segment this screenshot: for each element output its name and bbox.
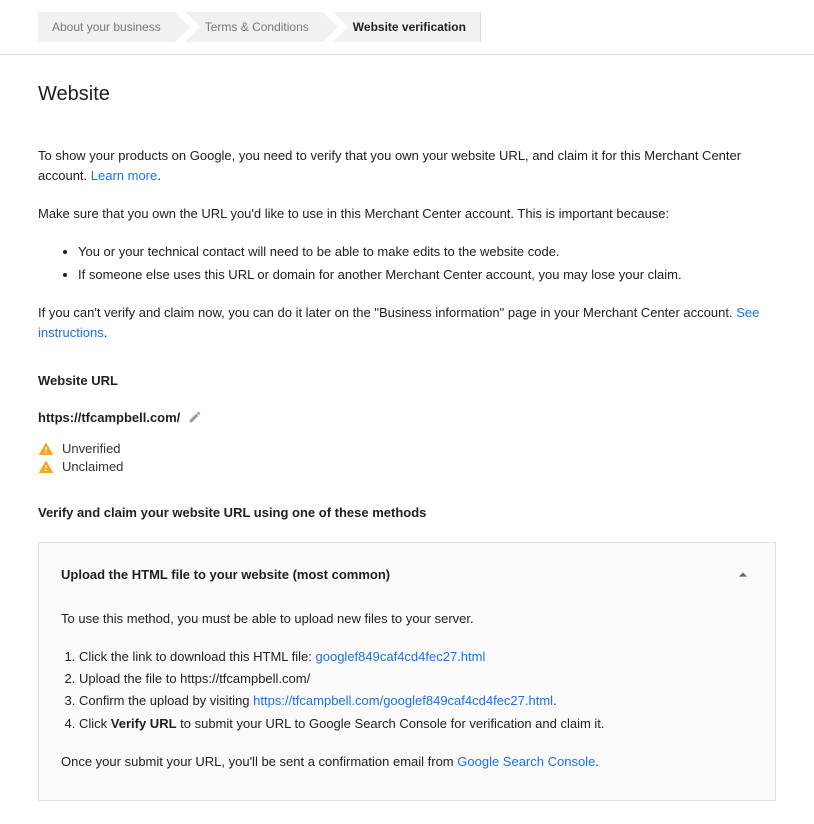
download-file-link[interactable]: googlef849caf4cd4fec27.html [316, 649, 486, 664]
pencil-icon[interactable] [188, 410, 202, 424]
later-note: If you can't verify and claim now, you c… [38, 303, 776, 343]
breadcrumb-step-terms[interactable]: Terms & Conditions [185, 12, 323, 42]
accordion-title: Upload the HTML file to your website (mo… [61, 567, 390, 582]
website-url-heading: Website URL [38, 373, 776, 388]
intro-paragraph: To show your products on Google, you nee… [38, 146, 776, 186]
footer-text: Once your submit your URL, you'll be sen… [61, 754, 457, 769]
main-content: Website To show your products on Google,… [0, 55, 814, 801]
later-text: If you can't verify and claim now, you c… [38, 305, 736, 320]
list-item: Click the link to download this HTML fil… [79, 647, 753, 667]
list-item: Confirm the upload by visiting https://t… [79, 691, 753, 711]
breadcrumb-label: Website verification [353, 20, 466, 34]
list-item: Upload the file to https://tfcampbell.co… [79, 669, 753, 689]
breadcrumb-step-verification[interactable]: Website verification [333, 12, 481, 42]
accordion-body: To use this method, you must be able to … [39, 609, 775, 800]
page-title: Website [38, 83, 776, 106]
list-item: Click Verify URL to submit your URL to G… [79, 714, 753, 734]
confirm-visit-link[interactable]: https://tfcampbell.com/googlef849caf4cd4… [253, 693, 553, 708]
list-item: If someone else uses this URL or domain … [78, 265, 776, 285]
status-label: Unclaimed [62, 459, 123, 474]
ownership-note: Make sure that you own the URL you'd lik… [38, 204, 776, 224]
dot: . [553, 693, 557, 708]
upload-footer: Once your submit your URL, you'll be sen… [61, 752, 753, 772]
breadcrumb-label: Terms & Conditions [205, 20, 309, 34]
warning-icon [38, 441, 54, 457]
list-item: You or your technical contact will need … [78, 242, 776, 262]
learn-more-link[interactable]: Learn more [91, 168, 157, 183]
search-console-link[interactable]: Google Search Console [457, 754, 595, 769]
step-text: Confirm the upload by visiting [79, 693, 253, 708]
step-text: Click [79, 716, 111, 731]
methods-heading: Verify and claim your website URL using … [38, 505, 776, 520]
breadcrumb-label: About your business [52, 20, 161, 34]
accordion-upload-html: Upload the HTML file to your website (mo… [38, 542, 776, 801]
status-unclaimed: Unclaimed [38, 459, 776, 475]
url-row: https://tfcampbell.com/ [38, 410, 776, 425]
status-label: Unverified [62, 441, 121, 456]
step-text: Click the link to download this HTML fil… [79, 649, 316, 664]
breadcrumb-step-about[interactable]: About your business [38, 12, 175, 42]
ownership-bullets: You or your technical contact will need … [38, 242, 776, 284]
upload-steps: Click the link to download this HTML fil… [61, 647, 753, 734]
upload-intro: To use this method, you must be able to … [61, 609, 753, 629]
verify-url-bold: Verify URL [111, 716, 177, 731]
dot: . [104, 325, 108, 340]
warning-icon [38, 459, 54, 475]
breadcrumb: About your business Terms & Conditions W… [0, 0, 814, 55]
step-text: to submit your URL to Google Search Cons… [177, 716, 605, 731]
status-unverified: Unverified [38, 441, 776, 457]
chevron-up-icon [733, 565, 753, 585]
dot: . [157, 168, 161, 183]
accordion-header[interactable]: Upload the HTML file to your website (mo… [39, 543, 775, 609]
website-url-value: https://tfcampbell.com/ [38, 410, 180, 425]
footer-text: . [595, 754, 599, 769]
